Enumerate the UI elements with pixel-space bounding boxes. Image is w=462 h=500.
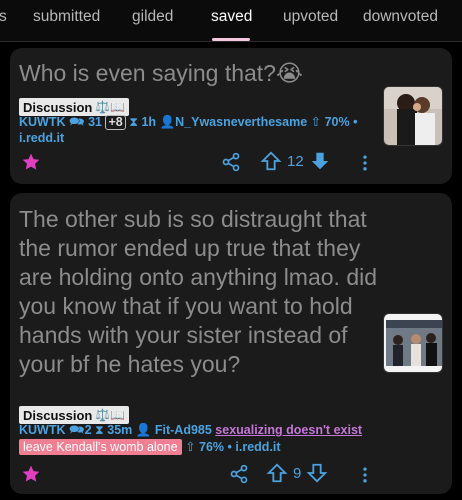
tab-saved[interactable]: saved [211, 8, 252, 26]
comment-icon: 🗪 [69, 423, 85, 437]
author-flair: leave Kendall's womb alone [19, 439, 182, 455]
upvote-arrow-icon[interactable] [260, 150, 282, 172]
post-age: 1h [141, 115, 157, 129]
post-thumbnail[interactable] [383, 313, 443, 373]
post-actions: 12 [10, 150, 452, 176]
post-domain[interactable]: i.redd.it [19, 131, 64, 145]
post-card[interactable]: The other sub is so distraught that the … [10, 193, 452, 494]
comment-count: 2 [84, 423, 92, 437]
subreddit-link[interactable]: KUWTK [19, 423, 66, 437]
tab-gilded[interactable]: gilded [132, 8, 173, 26]
post-meta: KUWTK 🗪2 ⧗ 35m 👤 Fit-Ad985 sexualizing d… [19, 423, 363, 455]
tab-downvoted[interactable]: downvoted [363, 8, 438, 26]
flair-emoji: ⚖️📖 [95, 408, 126, 422]
author-link[interactable]: N_Ywasneverthesame [175, 115, 307, 129]
subreddit-link[interactable]: KUWTK [19, 115, 66, 129]
tab-submitted[interactable]: submitted [33, 8, 100, 26]
downvote-arrow-icon[interactable] [306, 462, 328, 484]
post-meta: KUWTK 🗪 31 +8 ⧗ 1h 👤N_Ywasneverthesame ⇧… [19, 115, 358, 145]
upvote-ratio-icon: ⇧ [185, 440, 196, 454]
save-star-icon[interactable] [21, 464, 41, 484]
tab-upvoted[interactable]: upvoted [283, 8, 338, 26]
new-comments-badge: +8 [105, 115, 126, 130]
comment-count: 31 [88, 115, 102, 129]
vote-controls: 12 [260, 150, 331, 172]
upvote-ratio: 70% [324, 115, 350, 129]
upvote-ratio: 76% [199, 440, 225, 454]
upvote-arrow-icon[interactable] [266, 462, 288, 484]
share-icon[interactable] [221, 152, 241, 172]
more-options-icon[interactable] [355, 153, 375, 173]
save-star-icon[interactable] [21, 152, 41, 172]
active-tab-indicator [212, 38, 250, 41]
flair-emoji: ⚖️📖 [95, 100, 126, 114]
post-title[interactable]: Who is even saying that?😭 [19, 59, 374, 88]
more-options-icon[interactable] [355, 465, 375, 485]
post-thumbnail[interactable] [383, 86, 443, 146]
profile-tab-bar: s submitted gilded saved upvoted downvot… [0, 0, 462, 42]
post-actions: 9 [10, 462, 452, 488]
user-flair: sexualizing doesn't exist [215, 423, 363, 437]
comment-icon: 🗪 [69, 115, 85, 129]
user-icon: 👤 [135, 423, 152, 437]
hourglass-icon: ⧗ [95, 423, 104, 437]
share-icon[interactable] [229, 464, 249, 484]
tab-overview[interactable]: s [0, 8, 7, 26]
post-card[interactable]: Who is even saying that?😭 Discussion ⚖️📖… [10, 48, 452, 184]
author-link[interactable]: Fit-Ad985 [155, 423, 212, 437]
vote-score: 9 [293, 464, 302, 482]
vote-controls: 9 [266, 462, 328, 484]
post-domain[interactable]: i.redd.it [235, 440, 280, 454]
upvote-ratio-icon: ⇧ [310, 115, 322, 129]
post-age: 35m [107, 423, 133, 437]
post-flair-label: Discussion [23, 99, 93, 115]
post-flair-label: Discussion [23, 407, 93, 423]
downvote-arrow-icon[interactable] [309, 150, 331, 172]
user-icon: 👤 [159, 115, 176, 129]
hourglass-icon: ⧗ [129, 115, 138, 129]
vote-score: 12 [287, 152, 304, 170]
post-title[interactable]: The other sub is so distraught that the … [19, 205, 379, 379]
